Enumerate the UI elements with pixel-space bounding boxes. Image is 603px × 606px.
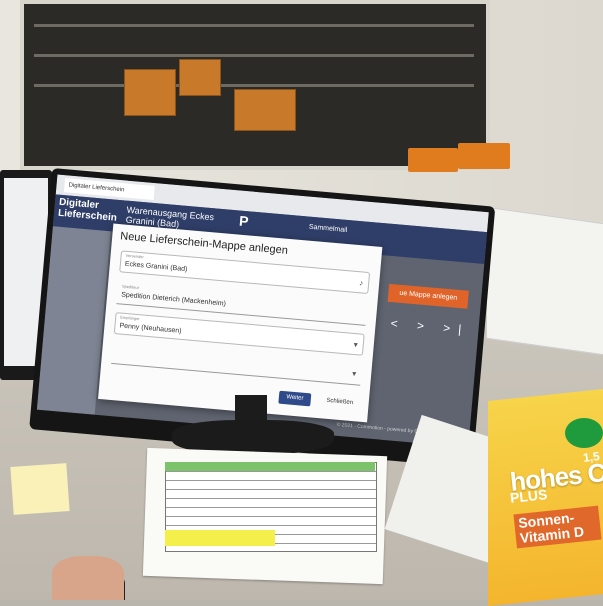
table-header-highlight [165, 462, 375, 471]
continue-button[interactable]: Weiter [278, 390, 312, 407]
conveyor-rail [34, 24, 474, 27]
storage-bin [234, 89, 296, 131]
conveyor-rail [34, 54, 474, 57]
pagination[interactable]: < > >| [390, 316, 470, 337]
window-pane [20, 0, 490, 170]
sticky-note [10, 463, 70, 515]
orange-tray [458, 143, 510, 169]
close-button[interactable]: Schließen [320, 394, 359, 410]
field-value: Eckes Granini (Bad) [124, 260, 188, 274]
app-logo: P [238, 212, 250, 230]
field-label: Empfänger [120, 314, 140, 322]
carton-cap [565, 418, 603, 448]
hand [52, 556, 124, 600]
conveyor-rail [34, 84, 474, 87]
new-folder-button[interactable]: ue Mappe anlegen [387, 283, 469, 309]
field-label: Spediteur [121, 283, 140, 291]
table-row-highlight [165, 530, 275, 546]
field-value: Spedition Dieterich (Mackenheim) [120, 291, 227, 308]
storage-bin [179, 59, 221, 96]
field-label: Versender [125, 252, 145, 260]
note-icon: ♪ [358, 278, 364, 288]
chevron-down-icon: ▾ [351, 368, 357, 379]
orange-tray [408, 148, 458, 172]
storage-bin [124, 69, 176, 116]
chevron-down-icon: ▾ [353, 339, 359, 350]
field-value: Penny (Neuhausen) [119, 322, 182, 335]
paper-stack [486, 206, 603, 356]
new-folder-dialog: Neue Lieferschein-Mappe anlegen Versende… [98, 223, 383, 423]
